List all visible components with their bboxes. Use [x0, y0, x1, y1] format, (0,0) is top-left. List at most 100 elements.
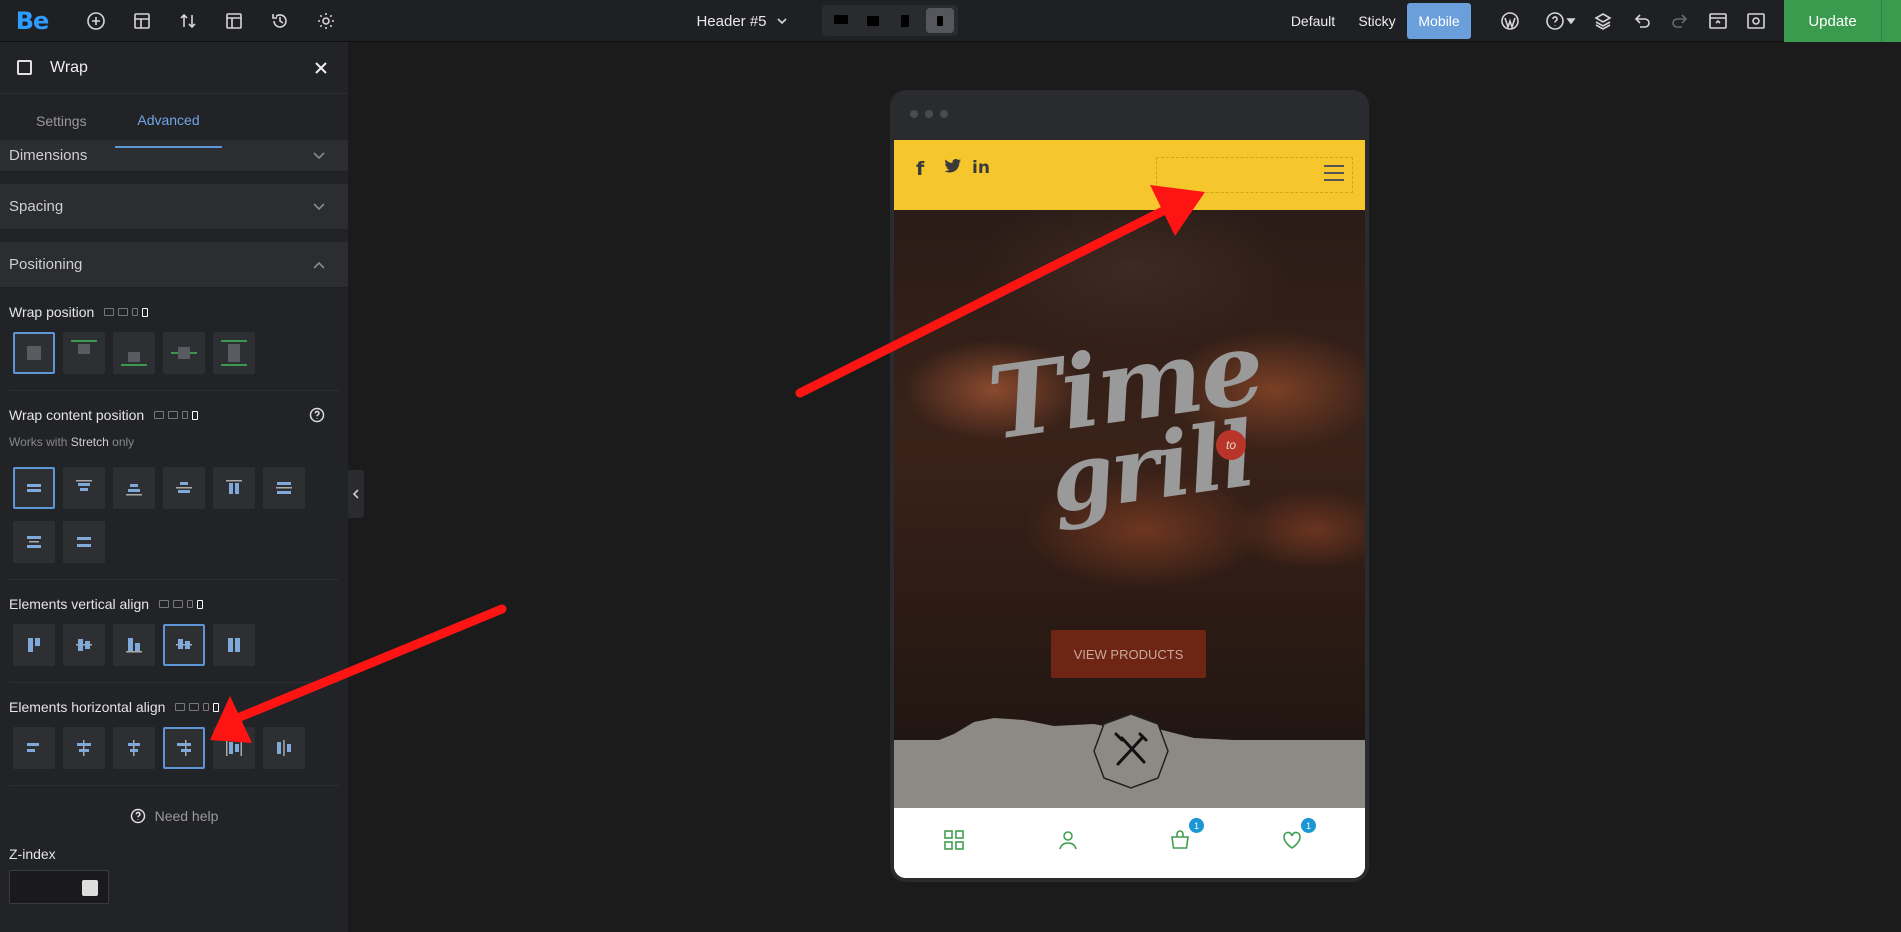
wrap-position-stretch-button[interactable]: [213, 332, 255, 374]
content-position-stretch-button[interactable]: [63, 521, 105, 563]
linkedin-icon[interactable]: in: [972, 158, 990, 178]
tablet-icon[interactable]: [890, 5, 920, 36]
templates-icon[interactable]: [218, 0, 250, 42]
help-icon: [130, 808, 145, 824]
vertical-align-bottom-button[interactable]: [113, 624, 155, 666]
logo-badge: to: [1216, 430, 1246, 460]
vertical-align-stretch-button[interactable]: [213, 624, 255, 666]
site-header-bar[interactable]: f in: [894, 140, 1365, 210]
update-options-button[interactable]: [1881, 0, 1901, 42]
wrap-content-position-section: Wrap content position Works with Stretch…: [0, 405, 348, 580]
responsive-device-icons[interactable]: [175, 702, 220, 712]
cart-icon[interactable]: 1: [1168, 818, 1204, 854]
preview-screen: f in Time grill to VIEW PRODUCTS 1 1: [894, 140, 1365, 878]
wrap-position-bottom-button[interactable]: [113, 332, 155, 374]
responsive-device-icons[interactable]: [159, 599, 204, 609]
view-eye-icon[interactable]: [1740, 0, 1772, 42]
horizontal-align-space-between-button[interactable]: [213, 727, 255, 769]
accordion-spacing-label: Spacing: [9, 198, 64, 215]
state-sticky[interactable]: Sticky: [1352, 0, 1402, 42]
sidebar-header: Wrap: [0, 42, 348, 94]
responsive-device-icons[interactable]: [154, 410, 199, 420]
help-menu-icon[interactable]: [1540, 0, 1582, 42]
collapse-sidebar-button[interactable]: [348, 470, 364, 518]
state-mobile[interactable]: Mobile: [1407, 3, 1471, 39]
properties-sidebar: Wrap Settings Advanced Dimensions Spacin…: [0, 42, 348, 932]
header-select-dropdown[interactable]: Header #5: [680, 0, 805, 42]
vertical-align-baseline-button[interactable]: [163, 624, 205, 666]
close-icon[interactable]: [311, 58, 331, 78]
accordion-spacing[interactable]: Spacing: [0, 184, 348, 230]
zindex-input[interactable]: [9, 870, 109, 904]
desktop-icon[interactable]: [826, 5, 856, 36]
content-position-top-button[interactable]: [63, 467, 105, 509]
accordion-positioning[interactable]: Positioning: [0, 242, 348, 288]
mobile-bottom-nav: 1 1: [894, 808, 1365, 878]
vertical-align-top-button[interactable]: [13, 624, 55, 666]
horizontal-align-center-left-button[interactable]: [63, 727, 105, 769]
horizontal-align-left-button[interactable]: [13, 727, 55, 769]
help-icon[interactable]: [309, 407, 325, 423]
history-icon[interactable]: [264, 0, 296, 42]
sort-icon[interactable]: [172, 0, 204, 42]
update-button[interactable]: Update: [1784, 0, 1881, 42]
wrap-element-icon: [17, 60, 32, 75]
hamburger-menu-icon[interactable]: [1324, 165, 1344, 186]
chevron-left-icon: [352, 489, 359, 499]
wrap-position-center-button[interactable]: [163, 332, 205, 374]
facebook-icon[interactable]: f: [916, 158, 924, 180]
elements-vertical-align-section: Elements vertical align: [0, 594, 348, 683]
wordpress-icon[interactable]: [1494, 0, 1526, 42]
add-element-icon[interactable]: [80, 0, 112, 42]
settings-gear-icon[interactable]: [310, 0, 342, 42]
tab-settings[interactable]: Settings: [36, 94, 87, 148]
utensils-badge-icon: [1093, 713, 1169, 789]
accordion-positioning-label: Positioning: [9, 256, 83, 273]
horizontal-align-right-button[interactable]: [163, 727, 205, 769]
preview-window-icon[interactable]: [1702, 0, 1734, 42]
content-position-default-button[interactable]: [13, 467, 55, 509]
wrap-position-default-button[interactable]: [13, 332, 55, 374]
content-position-bottom-button[interactable]: [113, 467, 155, 509]
chevron-down-icon: [776, 18, 787, 25]
zindex-stepper-icon[interactable]: [82, 880, 98, 896]
wishlist-count-badge: 1: [1301, 818, 1316, 833]
redo-icon[interactable]: [1664, 0, 1696, 42]
user-icon[interactable]: [1056, 828, 1082, 854]
horizontal-align-space-around-button[interactable]: [263, 727, 305, 769]
vertical-align-center-button[interactable]: [63, 624, 105, 666]
layers-icon[interactable]: [1587, 0, 1619, 42]
wrap-content-position-label: Wrap content position: [9, 407, 145, 423]
elements-horizontal-align-label: Elements horizontal align: [9, 699, 166, 715]
wishlist-heart-icon[interactable]: 1: [1280, 818, 1316, 854]
content-position-center-button[interactable]: [163, 467, 205, 509]
zindex-label: Z-index: [9, 846, 56, 862]
content-position-evenly-button[interactable]: [13, 521, 55, 563]
state-default[interactable]: Default: [1283, 0, 1343, 42]
chevron-up-icon: [312, 260, 326, 270]
chevron-down-icon: [312, 151, 326, 161]
need-help-link[interactable]: Need help: [0, 808, 348, 824]
content-position-space-around-button[interactable]: [263, 467, 305, 509]
window-dots: [910, 110, 948, 118]
tab-advanced[interactable]: Advanced: [115, 94, 222, 148]
wrap-position-label: Wrap position: [9, 304, 95, 320]
content-position-space-between-button[interactable]: [213, 467, 255, 509]
undo-icon[interactable]: [1626, 0, 1658, 42]
mobile-icon[interactable]: [926, 8, 954, 33]
grid-icon[interactable]: [942, 828, 968, 854]
view-products-button[interactable]: VIEW PRODUCTS: [1051, 630, 1206, 678]
wrap-position-top-button[interactable]: [63, 332, 105, 374]
responsive-device-icons[interactable]: [104, 307, 149, 317]
app-logo[interactable]: Be: [12, 0, 52, 42]
navigator-icon[interactable]: [126, 0, 158, 42]
top-toolbar: Be Header #5 Default Sticky Mobile Updat…: [0, 0, 1901, 42]
elements-horizontal-align-section: Elements horizontal align: [0, 697, 348, 786]
laptop-icon[interactable]: [858, 5, 888, 36]
time-grill-logo: Time grill: [981, 307, 1270, 535]
horizontal-align-center-button[interactable]: [113, 727, 155, 769]
twitter-icon[interactable]: [944, 158, 962, 174]
selected-wrap-outline[interactable]: [1156, 157, 1353, 193]
elements-vertical-align-label: Elements vertical align: [9, 596, 150, 612]
sidebar-tabs: Settings Advanced: [0, 94, 348, 148]
